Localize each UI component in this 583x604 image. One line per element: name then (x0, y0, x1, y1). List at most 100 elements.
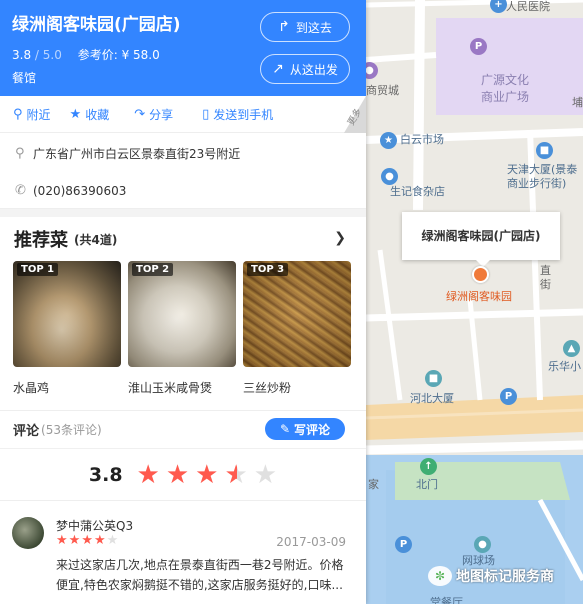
map-label-baiyun-market[interactable]: 白云市场 (400, 133, 444, 147)
place-name: 绿洲阁客味园(广园店) (12, 15, 181, 35)
watermark: ✼ 地图标记服务商 (428, 566, 554, 586)
address-text: 广东省广州市白云区景泰直街23号附近 (33, 146, 241, 161)
review-user[interactable]: 梦中蒲公英Q3 (56, 517, 133, 534)
place-header: 绿洲阁客味园(广园店) 3.8 / 5.0 参考价: ¥ 58.0 餐馆 ↱ 到… (0, 0, 366, 96)
hebei-building-icon[interactable]: ■ (425, 370, 442, 387)
map-label-beimen[interactable]: 北门 (416, 478, 438, 492)
review-title: 评论 (13, 424, 40, 439)
recommend-header: 推荐菜 (共4道) ❯ (0, 217, 366, 261)
place-rating: 3.8 (12, 48, 32, 62)
dish-name: 三丝炒粉 (243, 381, 292, 395)
telephone-icon: ✆ (15, 183, 26, 198)
route-arrow-icon: ↱ (278, 19, 290, 35)
map-label-tang[interactable]: 堂餐厅 (430, 596, 463, 604)
address-row: ⚲ 广东省广州市白云区景泰直街23号附近 (0, 133, 366, 173)
dish-card[interactable]: TOP 1 水晶鸡 (13, 261, 121, 396)
parking-icon-2[interactable]: P (500, 388, 517, 405)
dish-rank-badge: TOP 2 (132, 263, 174, 276)
rating-star-icon: ★ (165, 459, 190, 490)
go-here-label: 到这去 (295, 20, 332, 35)
dish-rank-badge: TOP 1 (17, 263, 59, 276)
map-marker-label[interactable]: 绿洲阁客味园 (446, 288, 512, 304)
send-to-phone-label: 发送到手机 (213, 107, 274, 122)
parking-icon-3[interactable]: P (395, 536, 412, 553)
phone-icon: ▯ (202, 106, 210, 122)
dish-photo[interactable]: TOP 3 (243, 261, 351, 367)
map-label-lezhong[interactable]: 乐华小 (548, 360, 581, 374)
map-label-tianjin[interactable]: 天津大厦(景泰商业步行街) (507, 163, 583, 191)
place-rating-max: / 5.0 (34, 48, 62, 62)
share-button[interactable]: ↷ 分享 (134, 106, 173, 123)
review-text: 来过这家店几次,地点在景泰直街西一巷2号附近。价格便宜,特色农家焖鹅挺不错的,这… (56, 558, 344, 592)
rating-star-icon: ★ (253, 459, 278, 490)
recommend-title: 推荐菜 (14, 230, 68, 251)
review-count: (53条评论) (41, 423, 102, 437)
market-icon[interactable]: ★ (380, 132, 397, 149)
chevron-right-icon[interactable]: ❯ (334, 230, 346, 246)
map-label-trade-city[interactable]: 商贸城 (366, 84, 399, 98)
start-here-label: 从这出发 (289, 62, 338, 77)
place-detail-panel: 绿洲阁客味园(广园店) 3.8 / 5.0 参考价: ¥ 58.0 餐馆 ↱ 到… (0, 0, 366, 604)
dish-rank-badge: TOP 3 (247, 263, 289, 276)
map-label-pu: 埔 (572, 96, 583, 109)
recommend-count: (共4道) (74, 232, 118, 247)
parking-icon[interactable]: P (470, 38, 487, 55)
avatar[interactable] (12, 517, 44, 549)
write-review-label: 写评论 (294, 422, 331, 437)
route-start-icon: ↗ (272, 61, 284, 77)
place-rating-row: 3.8 / 5.0 参考价: ¥ 58.0 (12, 46, 160, 63)
dish-photo[interactable]: TOP 1 (13, 261, 121, 367)
review-date: 2017-03-09 (276, 535, 346, 549)
tennis-icon[interactable]: ● (474, 536, 491, 553)
price-label: 参考价: (77, 48, 118, 62)
restaurant-marker-icon[interactable] (472, 266, 489, 283)
grocery-icon[interactable]: ● (381, 168, 398, 185)
map-label-hospital[interactable]: 人民医院 (506, 0, 550, 14)
nearby-button[interactable]: ⚲ 附近 (13, 106, 51, 123)
write-review-button[interactable]: ✎ 写评论 (265, 418, 345, 440)
edit-icon: ✎ (279, 422, 291, 436)
dish-name: 水晶鸡 (13, 381, 50, 395)
rating-star-icon: ★ (195, 459, 219, 490)
dish-card[interactable]: TOP 2 淮山玉米咸骨煲 (128, 261, 236, 396)
collect-button[interactable]: ★ 收藏 (70, 106, 110, 123)
dish-card[interactable]: TOP 3 三丝炒粉 (243, 261, 351, 396)
review-star-icon: ★ (56, 533, 69, 548)
send-to-phone-button[interactable]: ▯ 发送到手机 (202, 106, 273, 123)
map-label-shengji[interactable]: 生记食杂店 (390, 185, 445, 199)
review-star-icon: ★ (106, 533, 120, 548)
watermark-text: 地图标记服务商 (456, 569, 554, 585)
review-stars: ★★★★★ (56, 533, 119, 548)
collect-label: 收藏 (85, 107, 110, 122)
dish-list: TOP 1 水晶鸡 TOP 2 淮山玉米咸骨煲 TOP 3 三丝炒粉 (0, 261, 366, 396)
dish-photo[interactable]: TOP 2 (128, 261, 236, 367)
gate-icon[interactable]: ↑ (420, 458, 437, 475)
phone-text[interactable]: (020)86390603 (33, 184, 126, 198)
price-value: ¥ 58.0 (121, 48, 160, 62)
review-star-icon: ★ (93, 533, 107, 548)
location-pin-icon: ⚲ (13, 106, 23, 122)
share-label: 分享 (149, 107, 174, 122)
map-callout[interactable]: 绿洲阁客味园(广园店) (402, 212, 560, 267)
rating-star-icon: ★ (224, 459, 248, 490)
building-icon[interactable]: ■ (536, 142, 553, 159)
overall-score: 3.8 (88, 463, 123, 486)
map-label-square[interactable]: 广源文化商业广场 (476, 72, 534, 106)
phone-row: ✆ (020)86390603 (0, 173, 366, 209)
wechat-logo-icon: ✼ (428, 566, 452, 586)
action-bar: ⚲ 附近 ★ 收藏 ↷ 分享 ▯ 发送到手机 更多 (0, 96, 366, 133)
map-label-street: 直街 (540, 264, 551, 291)
review-item: 梦中蒲公英Q3 ★★★★★ 2017-03-09 来过这家店几次,地点在景泰直街… (0, 500, 366, 604)
review-header: 评论 (53条评论) ✎ 写评论 (0, 410, 366, 448)
address-pin-icon: ⚲ (15, 145, 25, 161)
score-row: 3.8 ★ ★ ★ ★ ★ (0, 448, 366, 500)
map-label-hebei[interactable]: 河北大厦 (410, 392, 454, 406)
go-here-button[interactable]: ↱ 到这去 (260, 12, 350, 42)
review-star-icon: ★ (68, 533, 82, 548)
review-star-icon: ★ (81, 533, 94, 548)
school-icon[interactable]: ▲ (563, 340, 580, 357)
rating-star-icon: ★ (136, 459, 160, 490)
start-here-button[interactable]: ↗ 从这出发 (260, 54, 350, 84)
place-category: 餐馆 (12, 71, 37, 85)
share-icon: ↷ (134, 106, 146, 122)
